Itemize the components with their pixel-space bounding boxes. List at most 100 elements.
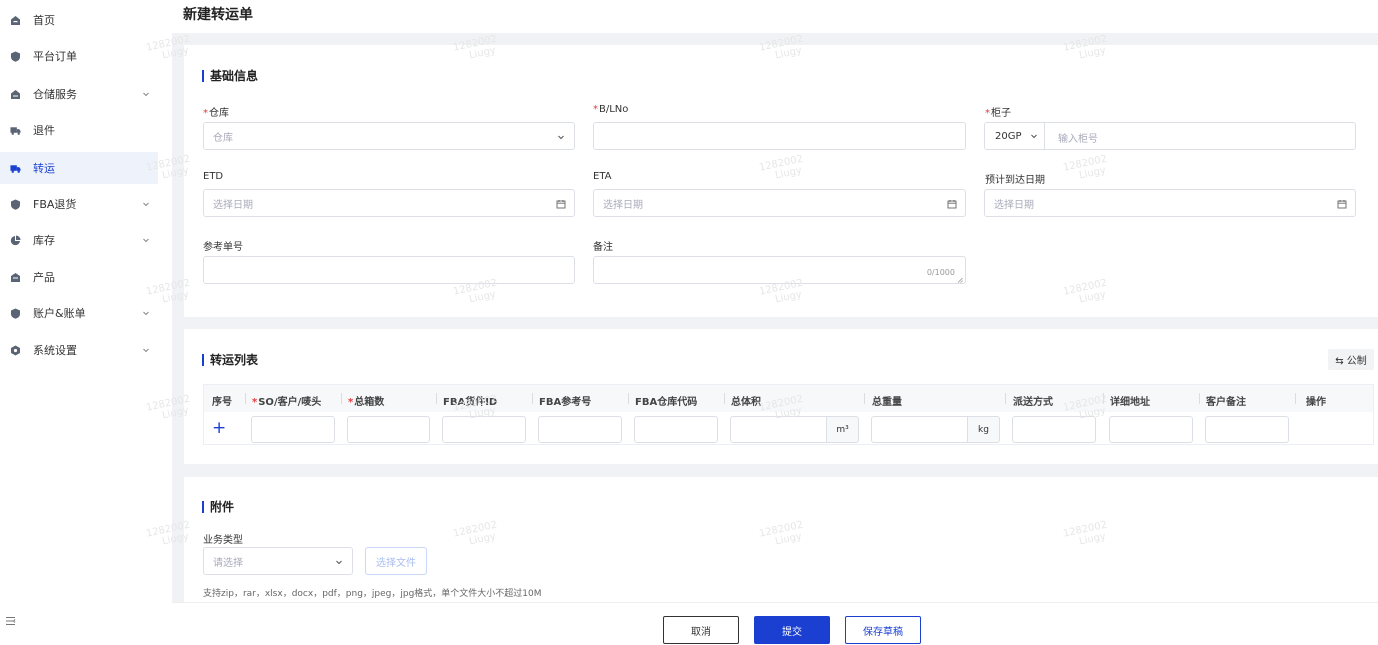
column-header: FBA参考号	[539, 397, 592, 408]
warehouse-icon	[10, 89, 21, 100]
sidebar-item-fba-returns[interactable]: FBA退货	[0, 188, 158, 220]
container-no-input[interactable]: 输入柜号	[1058, 130, 1098, 145]
biz-type-placeholder: 请选择	[213, 557, 243, 569]
sidebar-item-label: FBA退货	[33, 198, 77, 211]
sidebar-item-label: 仓储服务	[33, 88, 77, 101]
required-mark: *	[348, 397, 354, 408]
arrival-date-label: 预计到达日期	[985, 175, 1045, 186]
container-label-text: 柜子	[991, 108, 1011, 119]
page-title: 新建转运单	[183, 7, 253, 23]
column-header: 客户备注	[1206, 397, 1246, 408]
so-customer-mark-input[interactable]	[251, 416, 335, 443]
section-bar	[202, 500, 204, 513]
volume-unit: m³	[827, 416, 859, 443]
fba-reference-input[interactable]	[538, 416, 622, 443]
column-header: *SO/客户/唛头	[252, 393, 321, 408]
sidebar-item-platform-orders[interactable]: 平台订单	[0, 40, 158, 72]
shield-icon	[10, 199, 21, 210]
basic-info-title: 基础信息	[202, 67, 258, 84]
sidebar-item-label: 平台订单	[33, 50, 77, 63]
calendar-icon	[556, 199, 566, 209]
sidebar-item-warehouse-service[interactable]: 仓储服务	[0, 78, 158, 110]
column-separator	[1295, 393, 1296, 404]
total-volume-input[interactable]	[730, 416, 827, 443]
column-separator	[864, 393, 865, 404]
column-header: 派送方式	[1013, 397, 1053, 408]
bl-no-input[interactable]	[593, 122, 966, 150]
container-type-select[interactable]: 20GP	[985, 123, 1045, 149]
container-label: *柜子	[985, 104, 1011, 119]
required-mark: *	[985, 108, 990, 119]
fba-warehouse-code-input[interactable]	[634, 416, 718, 443]
file-hint: 支持zip，rar，xlsx，docx，pdf，png，jpeg，jpg格式，单…	[203, 589, 542, 599]
column-separator	[436, 393, 437, 404]
section-title-text: 基础信息	[210, 69, 259, 83]
remark-label: 备注	[593, 242, 613, 253]
column-header: 序号	[212, 397, 232, 408]
remark-textarea[interactable]: 0/1000	[593, 256, 966, 284]
required-mark: *	[593, 104, 598, 115]
sidebar-item-label: 系统设置	[33, 344, 77, 357]
eta-date-picker[interactable]: 选择日期	[593, 189, 966, 217]
transfer-list-title: 转运列表	[202, 351, 258, 368]
return-truck-icon	[10, 125, 21, 136]
chevron-down-icon	[556, 132, 566, 142]
choose-file-button[interactable]: 选择文件	[365, 547, 427, 575]
detail-address-input[interactable]	[1109, 416, 1193, 443]
sidebar-item-label: 转运	[33, 162, 55, 175]
submit-button[interactable]: 提交	[754, 616, 830, 644]
chevron-down-icon	[334, 557, 344, 567]
column-header: 操作	[1306, 397, 1326, 408]
column-header: *总箱数	[348, 393, 384, 408]
warehouse-select[interactable]: 仓库	[203, 122, 575, 150]
total-cartons-input[interactable]	[347, 416, 430, 443]
biz-type-label: 业务类型	[203, 535, 243, 546]
sidebar: 首页 平台订单 仓储服务 退件 转运 FBA退货 库存 产品 账户&账单 系统设…	[0, 0, 172, 645]
unit-toggle-button[interactable]: ⇆ 公制	[1328, 349, 1374, 370]
menu-collapse-icon[interactable]	[4, 614, 18, 628]
calendar-icon	[947, 199, 957, 209]
attachment-title: 附件	[202, 498, 234, 515]
fba-shipment-id-input[interactable]	[442, 416, 526, 443]
column-separator	[1103, 393, 1104, 404]
customer-remark-input[interactable]	[1205, 416, 1289, 443]
section-bar	[202, 353, 204, 366]
sidebar-item-home[interactable]: 首页	[0, 4, 158, 36]
weight-unit: kg	[968, 416, 1000, 443]
section-title-text: 转运列表	[210, 353, 259, 367]
sidebar-item-inventory[interactable]: 库存	[0, 224, 158, 256]
cancel-button[interactable]: 取消	[663, 616, 739, 644]
sidebar-item-products[interactable]: 产品	[0, 261, 158, 293]
pie-chart-icon	[10, 235, 21, 246]
column-header: 详细地址	[1110, 397, 1150, 408]
resize-grip-icon[interactable]	[957, 275, 963, 283]
warehouse-label-text: 仓库	[209, 108, 229, 119]
sidebar-item-transfer[interactable]: 转运	[0, 152, 158, 184]
etd-placeholder: 选择日期	[213, 199, 253, 211]
sidebar-item-system-settings[interactable]: 系统设置	[0, 334, 158, 366]
remark-char-counter: 0/1000	[926, 268, 955, 277]
chevron-down-icon	[1029, 131, 1039, 144]
save-draft-button[interactable]: 保存草稿	[845, 616, 921, 644]
column-header-text: SO/客户/唛头	[258, 397, 322, 408]
chevron-down-icon	[142, 236, 150, 244]
shield-icon	[10, 308, 21, 319]
biz-type-select[interactable]: 请选择	[203, 547, 353, 575]
delivery-method-input[interactable]	[1012, 416, 1096, 443]
chevron-down-icon	[142, 346, 150, 354]
section-title-text: 附件	[210, 500, 235, 514]
arrival-date-picker[interactable]: 选择日期	[984, 189, 1356, 217]
sidebar-item-label: 库存	[33, 234, 55, 247]
sidebar-item-returns[interactable]: 退件	[0, 114, 158, 146]
total-weight-input[interactable]	[871, 416, 968, 443]
sidebar-item-label: 首页	[33, 14, 55, 27]
etd-date-picker[interactable]: 选择日期	[203, 189, 575, 217]
column-header: 总体积	[731, 397, 761, 408]
add-row-button[interactable]: +	[212, 418, 226, 438]
ref-no-input[interactable]	[203, 256, 575, 284]
sidebar-item-account-billing[interactable]: 账户&账单	[0, 297, 158, 329]
column-separator	[245, 393, 246, 404]
section-bar	[202, 69, 204, 82]
column-header: 总重量	[872, 397, 902, 408]
truck-icon	[10, 163, 21, 174]
